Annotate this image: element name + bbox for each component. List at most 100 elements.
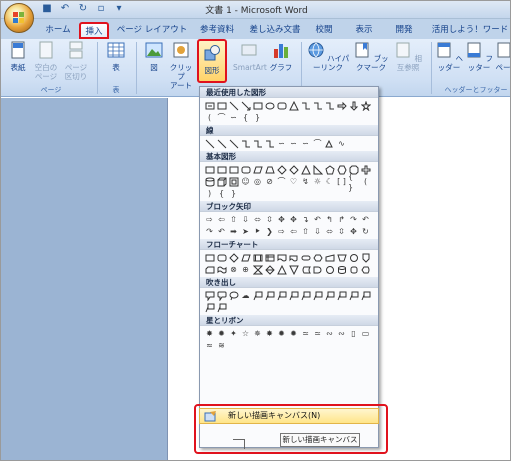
line-callout-3-icon[interactable] [276, 290, 287, 301]
freeform-icon[interactable] [324, 138, 335, 149]
predefined-process-icon[interactable] [252, 252, 263, 263]
line-callout-border-3-icon[interactable] [204, 302, 215, 313]
rounded-diamond-icon[interactable] [288, 164, 299, 175]
textbox-icon[interactable] [204, 164, 215, 175]
quad-callout-icon[interactable]: ✥ [348, 226, 359, 237]
elbow-connector-icon[interactable] [300, 100, 311, 111]
left-arrow-icon[interactable]: ⇦ [216, 214, 227, 225]
explosion-2-icon[interactable]: ✹ [216, 328, 227, 339]
rounded-rectangle-icon[interactable] [240, 164, 251, 175]
down-ribbon-icon[interactable]: ≃ [312, 328, 323, 339]
manual-input-icon[interactable] [324, 252, 335, 263]
pentagon-icon[interactable] [324, 164, 335, 175]
elbow-arrow-icon[interactable] [312, 100, 323, 111]
tab-home[interactable]: ホーム [41, 22, 75, 39]
oval-shape-icon[interactable] [264, 100, 275, 111]
or-icon[interactable]: ⊕ [240, 264, 251, 275]
vertical-textbox-shape-icon[interactable] [216, 100, 227, 111]
hexagon-icon[interactable] [336, 164, 347, 175]
line-shape-icon[interactable] [228, 100, 239, 111]
circular-arrow-icon[interactable]: ↻ [360, 226, 371, 237]
right-bracket-icon[interactable]: ) [204, 188, 215, 199]
star-8-icon[interactable]: ✵ [252, 328, 263, 339]
vertical-textbox-icon[interactable] [216, 164, 227, 175]
elbow-arrow-connector-icon[interactable] [252, 138, 263, 149]
manual-operation-icon[interactable] [336, 252, 347, 263]
line-callout-4-icon[interactable] [288, 290, 299, 301]
right-brace-icon[interactable]: } [252, 112, 263, 123]
star-32-icon[interactable]: ✹ [288, 328, 299, 339]
stored-data-icon[interactable] [300, 264, 311, 275]
left-right-arrow-icon[interactable]: ⬄ [252, 214, 263, 225]
left-right-callout-icon[interactable]: ⬄ [324, 226, 335, 237]
smartart-button[interactable]: SmartArt [233, 41, 267, 72]
preparation-icon[interactable] [312, 252, 323, 263]
chart-button[interactable]: グラフ [269, 41, 293, 72]
line-callout-accent-3-icon[interactable] [324, 290, 335, 301]
alternate-process-icon[interactable] [216, 252, 227, 263]
left-bracket-icon[interactable]: ( [360, 176, 371, 187]
star-shape-icon[interactable] [360, 100, 371, 111]
extract-icon[interactable] [276, 264, 287, 275]
left-bracket-icon[interactable]: ( [204, 112, 215, 123]
arrow-icon[interactable] [216, 138, 227, 149]
tab-references[interactable]: 参考資料 [194, 22, 240, 39]
decision-icon[interactable] [228, 252, 239, 263]
vertical-scroll-icon[interactable]: ▯ [348, 328, 359, 339]
blank-page-button[interactable]: 空白の ページ [33, 41, 59, 81]
textbox-shape-icon[interactable] [204, 100, 215, 111]
plus-icon[interactable] [360, 164, 371, 175]
picture-button[interactable]: 図 [143, 41, 165, 72]
display-icon[interactable] [360, 264, 371, 275]
rectangle-icon[interactable] [228, 164, 239, 175]
right-brace-icon[interactable]: } [228, 188, 239, 199]
page-number-button[interactable]: ペー [495, 41, 510, 72]
star-5-icon[interactable]: ☆ [240, 328, 251, 339]
delay-icon[interactable] [312, 264, 323, 275]
card-icon[interactable] [204, 264, 215, 275]
triangle-shape-icon[interactable] [288, 100, 299, 111]
offpage-connector-icon[interactable] [360, 252, 371, 263]
diamond-icon[interactable] [276, 164, 287, 175]
connector-icon[interactable] [348, 252, 359, 263]
right-callout-arrow-icon[interactable]: ⇨ [276, 226, 287, 237]
summing-junction-icon[interactable]: ⊗ [228, 264, 239, 275]
sort-icon[interactable] [264, 264, 275, 275]
line-callout-accent-2-icon[interactable] [312, 290, 323, 301]
star-4-icon[interactable]: ✦ [228, 328, 239, 339]
curved-down-arrow-icon[interactable]: ↶ [216, 226, 227, 237]
tab-insert[interactable]: 挿入 [79, 22, 109, 39]
magnetic-disk-icon[interactable] [336, 264, 347, 275]
tab-addin[interactable]: 活用しよう！ワード [429, 22, 510, 39]
left-callout-arrow-icon[interactable]: ⇦ [288, 226, 299, 237]
cover-page-button[interactable]: 表紙 [7, 41, 29, 72]
internal-storage-icon[interactable] [264, 252, 275, 263]
elbow-connector-icon[interactable] [240, 138, 251, 149]
up-down-callout-icon[interactable]: ⇳ [336, 226, 347, 237]
right-triangle-icon[interactable] [312, 164, 323, 175]
elbow-double-arrow-icon[interactable] [264, 138, 275, 149]
up-down-arrow-icon[interactable]: ⇳ [264, 214, 275, 225]
curved-left-arrow-icon[interactable]: ↶ [360, 214, 371, 225]
notched-right-arrow-icon[interactable]: ➤ [240, 226, 251, 237]
cube-icon[interactable] [216, 176, 227, 187]
explosion-1-icon[interactable]: ✸ [204, 328, 215, 339]
brackets-icon[interactable]: [ ] [336, 176, 347, 187]
bevel-icon[interactable] [228, 176, 239, 187]
up-callout-arrow-icon[interactable]: ⇧ [300, 226, 311, 237]
curved-down-ribbon-icon[interactable]: ∾ [336, 328, 347, 339]
merge-icon[interactable] [288, 264, 299, 275]
triangle-icon[interactable] [300, 164, 311, 175]
pentagon-arrow-icon[interactable]: ⯈ [252, 226, 263, 237]
document-icon[interactable] [276, 252, 287, 263]
clipart-button[interactable]: クリップ アート [169, 41, 193, 90]
star-16-icon[interactable]: ✸ [264, 328, 275, 339]
double-elbow-icon[interactable] [324, 100, 335, 111]
quad-arrow-icon[interactable]: ✥ [276, 214, 287, 225]
page-break-button[interactable]: ページ 区切り [63, 41, 89, 81]
curved-right-arrow-icon[interactable]: ↷ [348, 214, 359, 225]
left-brace-icon[interactable]: { [216, 188, 227, 199]
rounded-rect-shape-icon[interactable] [276, 100, 287, 111]
hyperlink-button[interactable]: ハイパーリンク [305, 41, 351, 72]
wave-icon[interactable]: ≈ [204, 340, 215, 351]
